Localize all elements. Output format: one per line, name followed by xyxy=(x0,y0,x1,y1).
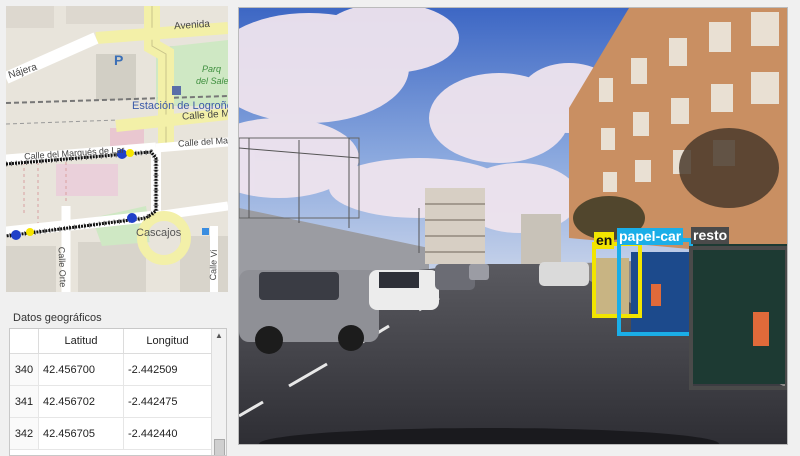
longitude-cell[interactable]: -2.442440 xyxy=(123,417,212,450)
street-label-cascajos: Cascajos xyxy=(136,227,182,239)
longitude-cell[interactable]: -2.442475 xyxy=(123,385,212,418)
scroll-up-icon[interactable]: ▲ xyxy=(212,329,226,343)
row-header-corner xyxy=(10,329,39,354)
longitude-cell[interactable]: -2.442509 xyxy=(123,353,212,386)
coordinates-table: Latitud Longitud 340 42.456700 -2.442509… xyxy=(10,329,212,450)
detection-label-envases: en xyxy=(594,232,615,249)
row-number[interactable]: 341 xyxy=(10,385,39,418)
table-row[interactable]: 341 42.456702 -2.442475 xyxy=(10,385,212,418)
map-view[interactable]: Avenida Nájera P Parq del Salero Estació… xyxy=(6,6,228,292)
latitude-cell[interactable]: 42.456700 xyxy=(38,353,124,386)
park-label-2: del Salero xyxy=(196,76,228,86)
detection-label-papel-carton: papel-car xyxy=(617,228,684,245)
parking-icon: P xyxy=(114,52,124,68)
latitude-cell[interactable]: 42.456705 xyxy=(38,417,124,450)
street-scene-image xyxy=(239,8,787,444)
camera-view: en papel-car resto xyxy=(238,7,788,445)
geo-data-panel: Datos geográficos Latitud Longitud 340 4… xyxy=(3,304,227,456)
street-label-calle-orte: Calle Orte xyxy=(56,246,68,288)
table-scrollbar[interactable]: ▲ xyxy=(211,329,226,455)
column-header-latitude[interactable]: Latitud xyxy=(38,329,124,354)
coordinates-table-container: Latitud Longitud 340 42.456700 -2.442509… xyxy=(9,328,227,456)
park-label-1: Parq xyxy=(202,64,222,74)
detection-label-resto: resto xyxy=(691,227,730,244)
latitude-cell[interactable]: 42.456702 xyxy=(38,385,124,418)
scrollbar-thumb[interactable] xyxy=(214,439,225,455)
row-number[interactable]: 342 xyxy=(10,417,39,450)
column-header-longitude[interactable]: Longitud xyxy=(123,329,212,354)
table-row[interactable]: 340 42.456700 -2.442509 xyxy=(10,353,212,386)
street-label-calle-vi: Calle Vi xyxy=(207,249,219,281)
row-number[interactable]: 340 xyxy=(10,353,39,386)
table-row[interactable]: 342 42.456705 -2.442440 xyxy=(10,417,212,450)
geo-panel-title: Datos geográficos xyxy=(13,312,102,324)
